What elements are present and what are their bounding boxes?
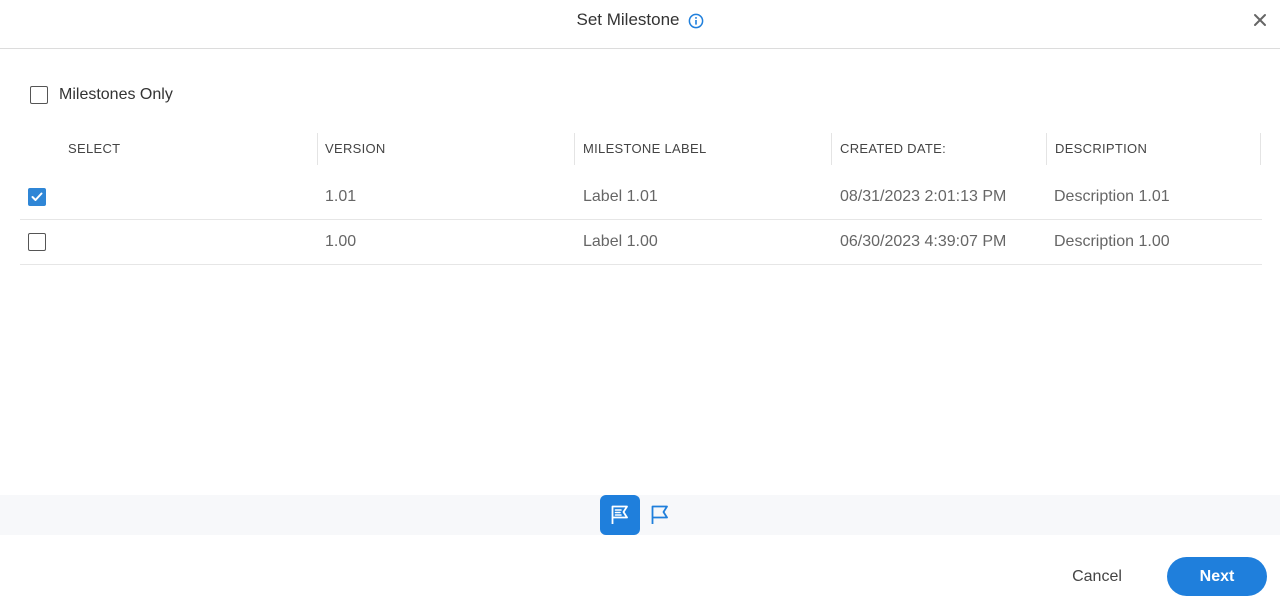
checkmark-icon <box>31 192 43 201</box>
column-header-description[interactable]: DESCRIPTION <box>1047 131 1147 165</box>
flag-icon <box>651 505 668 524</box>
cell-version: 1.00 <box>325 233 357 250</box>
cell-created-date: 08/31/2023 2:01:13 PM <box>840 188 1007 205</box>
row-select-checkbox[interactable] <box>28 188 46 206</box>
column-divider[interactable] <box>1260 133 1261 165</box>
column-header-version[interactable]: VERSION <box>317 131 386 165</box>
cell-milestone-label: Label 1.00 <box>583 233 658 250</box>
info-icon[interactable] <box>688 13 704 29</box>
column-header-select[interactable]: SELECT <box>60 131 120 165</box>
milestones-only-filter[interactable]: Milestones Only <box>30 86 173 104</box>
close-icon[interactable] <box>1251 11 1269 29</box>
column-header-milestone-label[interactable]: MILESTONE LABEL <box>575 131 706 165</box>
next-button[interactable]: Next <box>1167 557 1267 596</box>
table-row[interactable]: 1.01 Label 1.01 08/31/2023 2:01:13 PM De… <box>20 175 1262 220</box>
flag-list-icon <box>611 505 628 524</box>
table-header: SELECT VERSION MILESTONE LABEL CREATED D… <box>20 131 1262 175</box>
column-header-created-date[interactable]: CREATED DATE: <box>832 131 946 165</box>
dialog-title: Set Milestone <box>576 10 680 29</box>
cell-created-date: 06/30/2023 4:39:07 PM <box>840 233 1007 250</box>
row-select-checkbox[interactable] <box>28 233 46 251</box>
cell-version: 1.01 <box>325 188 357 205</box>
view-toolbar <box>0 495 1280 535</box>
milestone-view-button[interactable] <box>640 495 680 535</box>
cell-description: Description 1.01 <box>1054 188 1170 205</box>
milestones-only-checkbox[interactable] <box>30 86 48 104</box>
milestone-list-view-button[interactable] <box>600 495 640 535</box>
title-bar: Set Milestone <box>0 0 1280 40</box>
milestones-only-label: Milestones Only <box>59 86 173 103</box>
dialog-header: Set Milestone <box>0 0 1280 49</box>
cell-milestone-label: Label 1.01 <box>583 188 658 205</box>
milestone-table: SELECT VERSION MILESTONE LABEL CREATED D… <box>20 131 1262 265</box>
cell-description: Description 1.00 <box>1054 233 1170 250</box>
table-row[interactable]: 1.00 Label 1.00 06/30/2023 4:39:07 PM De… <box>20 220 1262 265</box>
cancel-button[interactable]: Cancel <box>1057 557 1137 596</box>
